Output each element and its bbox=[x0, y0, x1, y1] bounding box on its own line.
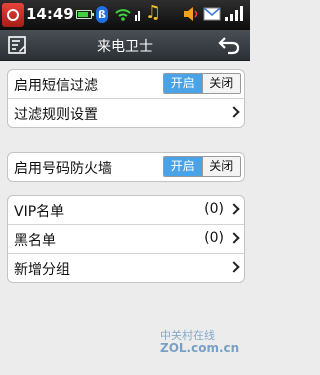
firewall-on-button[interactable]: 开启 bbox=[164, 157, 202, 176]
back-arrow-icon[interactable] bbox=[218, 35, 240, 55]
sms-filter-toggle[interactable]: 开启 关闭 bbox=[163, 73, 241, 94]
vip-list-label: VIP名单 bbox=[14, 204, 65, 220]
battery-icon bbox=[76, 10, 94, 19]
vip-list-count: (0) bbox=[204, 201, 224, 217]
blacklist-count: (0) bbox=[204, 230, 224, 246]
app-logo-icon bbox=[2, 3, 24, 27]
sms-settings-group: 启用短信过滤 开启 关闭 过滤规则设置 bbox=[7, 69, 245, 128]
sms-filter-label: 启用短信过滤 bbox=[14, 78, 98, 94]
page-title: 来电卫士 bbox=[97, 39, 153, 55]
music-icon: ♫ bbox=[145, 2, 162, 23]
firewall-toggle[interactable]: 开启 关闭 bbox=[163, 156, 241, 177]
watermark-url: ZOL.com.cn bbox=[160, 341, 240, 355]
list-item-new-group[interactable]: 新增分组 bbox=[8, 253, 244, 282]
status-bar: 14:49 ß ♫ bbox=[0, 0, 250, 30]
chevron-right-icon bbox=[228, 232, 240, 244]
firewall-off-button[interactable]: 关闭 bbox=[201, 157, 240, 176]
lists-group: VIP名单 (0) 黑名单 (0) 新增分组 bbox=[7, 195, 245, 283]
sms-filter-off-button[interactable]: 关闭 bbox=[201, 74, 240, 93]
status-time: 14:49 bbox=[26, 5, 74, 23]
list-item-blacklist[interactable]: 黑名单 (0) bbox=[8, 224, 244, 253]
firewall-group: 启用号码防火墙 开启 关闭 bbox=[7, 152, 245, 182]
wifi-icon bbox=[115, 9, 131, 21]
filter-rules-row[interactable]: 过滤规则设置 bbox=[8, 98, 244, 127]
volume-icon bbox=[184, 7, 198, 21]
blacklist-label: 黑名单 bbox=[14, 233, 56, 249]
message-icon bbox=[203, 7, 221, 21]
chevron-right-icon bbox=[228, 203, 240, 215]
chevron-right-icon bbox=[228, 261, 240, 273]
firewall-row: 启用号码防火墙 开启 关闭 bbox=[8, 153, 244, 181]
signal-bars-icon bbox=[225, 6, 243, 21]
chevron-right-icon bbox=[228, 106, 240, 118]
signal-icon bbox=[135, 11, 140, 21]
list-item-vip[interactable]: VIP名单 (0) bbox=[8, 196, 244, 224]
sms-filter-row: 启用短信过滤 开启 关闭 bbox=[8, 70, 244, 98]
sms-filter-on-button[interactable]: 开启 bbox=[164, 74, 202, 93]
filter-rules-label: 过滤规则设置 bbox=[14, 107, 98, 123]
bluetooth-icon: ß bbox=[96, 6, 108, 23]
watermark: 中关村在线 ZOL.com.cn bbox=[160, 330, 240, 355]
firewall-label: 启用号码防火墙 bbox=[14, 161, 112, 177]
title-bar: 来电卫士 bbox=[0, 30, 250, 61]
new-group-label: 新增分组 bbox=[14, 262, 70, 278]
